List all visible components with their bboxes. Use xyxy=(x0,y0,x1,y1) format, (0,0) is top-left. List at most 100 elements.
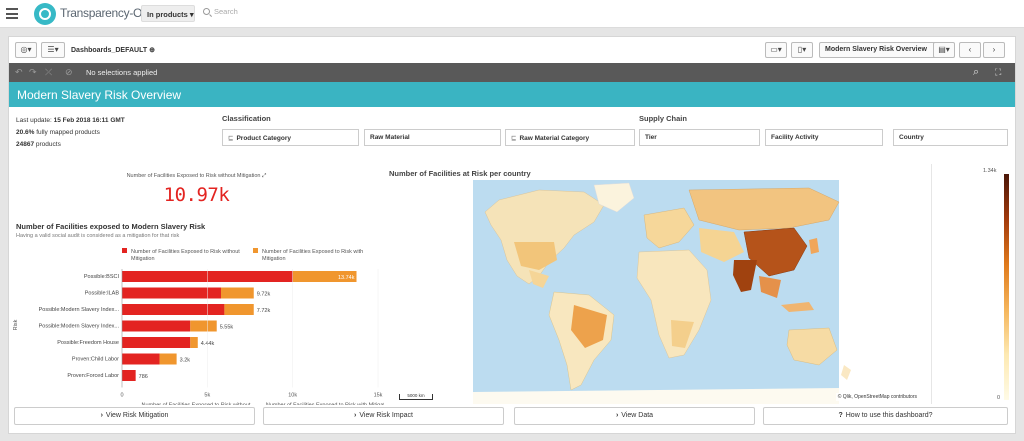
chevron-left-icon: ‹ xyxy=(968,45,972,54)
supply-chain-heading: Supply Chain xyxy=(639,114,687,123)
products-text: products xyxy=(35,141,61,148)
mapped-products: 20.6% fully mapped products xyxy=(16,127,125,139)
selection-bar: ↶ ↷ ⤫ ⊘ No selections applied ⌕ ⛶ xyxy=(9,63,1015,82)
hierarchy-icon: ⊑ xyxy=(511,135,517,142)
y-axis-title: Risk xyxy=(13,319,19,330)
bar-without-mitigation xyxy=(122,320,191,332)
map-scale: 5000 km xyxy=(399,393,433,400)
filter-raw-material[interactable]: Raw Material xyxy=(364,129,501,146)
search-placeholder: Search xyxy=(214,7,238,16)
selections-tool-icon[interactable]: ⛶ xyxy=(995,67,1001,78)
compass-button[interactable]: ◎▾ xyxy=(15,42,37,58)
legend-min: 0 xyxy=(997,395,1001,401)
view-data-button[interactable]: › View Data xyxy=(514,407,755,425)
clear-selections-icon[interactable]: ⤫ xyxy=(45,67,52,78)
search-icon xyxy=(203,8,210,15)
legend-label: Number of Facilities Exposed to Risk wit… xyxy=(262,249,363,255)
mapped-pct: 20.6% xyxy=(16,129,35,136)
how-to-use-button[interactable]: ? How to use this dashboard? xyxy=(763,407,1008,425)
kpi-title-text: Number of Facilities Exposed to Risk wit… xyxy=(126,173,261,179)
button-label: How to use this dashboard? xyxy=(845,412,933,419)
products-count: 24867 products xyxy=(16,139,125,151)
filter-label: Raw Material Category xyxy=(519,135,590,142)
device-button[interactable]: ▯▾ xyxy=(791,42,813,58)
filter-tier[interactable]: Tier xyxy=(639,129,760,146)
sheet-selector[interactable]: Modern Slavery Risk Overview xyxy=(819,42,941,58)
button-label: View Data xyxy=(621,412,654,419)
top-bar: Transparency-One In products ▾ Search xyxy=(0,0,1024,28)
sheet-name: Modern Slavery Risk Overview xyxy=(825,46,927,53)
x-tick-label: 15k xyxy=(374,393,383,399)
step-back-icon[interactable]: ↶ xyxy=(15,67,23,78)
category-label: Possible:Freedom House xyxy=(57,340,119,346)
map-attribution[interactable]: © Qlik, OpenStreetMap contributors xyxy=(835,393,919,401)
bar-value-label: 5.55k xyxy=(220,325,234,331)
bar-with-mitigation xyxy=(190,320,217,332)
page-title: Modern Slavery Risk Overview xyxy=(9,82,1015,107)
brand-logo-icon xyxy=(34,3,56,25)
button-label: View Risk Impact xyxy=(359,412,413,419)
compass-icon: ◎ xyxy=(20,45,28,54)
x-axis-title: Number of Facilities Exposed to Risk wit… xyxy=(266,403,384,406)
next-sheet-button[interactable]: › xyxy=(983,42,1005,58)
filter-label: Tier xyxy=(645,134,657,141)
sheet-view-button[interactable]: ▤▾ xyxy=(933,42,955,58)
step-forward-icon[interactable]: ↷ xyxy=(29,67,37,78)
chart-title: Number of Facilities exposed to Modern S… xyxy=(16,222,206,231)
chevron-right-icon: › xyxy=(354,412,357,419)
map-title: Number of Facilities at Risk per country xyxy=(389,169,531,178)
legend-max: 1.34k xyxy=(983,168,997,174)
last-update-value: 15 Feb 2018 16:11 GMT xyxy=(53,117,125,124)
bar-with-mitigation xyxy=(190,337,198,348)
prev-sheet-button[interactable]: ‹ xyxy=(959,42,981,58)
products-number: 24867 xyxy=(16,141,35,148)
bar-without-mitigation xyxy=(122,353,160,365)
bar-with-mitigation xyxy=(159,353,177,365)
phone-icon: ▯ xyxy=(797,45,803,54)
category-label: Proven:Forced Labor xyxy=(67,373,119,379)
bar-with-mitigation xyxy=(224,304,254,315)
search-input[interactable]: Search xyxy=(203,7,238,16)
risk-map[interactable]: 5000 km © Qlik, OpenStreetMap contributo… xyxy=(389,180,923,404)
risk-bar-chart[interactable]: Number of Facilities Exposed to Risk wit… xyxy=(9,240,384,405)
list-menu-button[interactable]: ☰▾ xyxy=(41,42,65,58)
present-button[interactable]: ▭▾ xyxy=(765,42,787,58)
category-label: Possible:Modern Slavery Index... xyxy=(39,324,120,330)
bar-without-mitigation xyxy=(122,370,136,381)
filter-label: Raw Material xyxy=(370,134,410,141)
bar-without-mitigation xyxy=(122,287,221,299)
filter-raw-material-category[interactable]: ⊑ Raw Material Category xyxy=(505,129,635,146)
classification-heading: Classification xyxy=(222,114,271,123)
filter-label: Facility Activity xyxy=(771,134,819,141)
button-label: View Risk Mitigation xyxy=(105,412,169,419)
legend-swatch xyxy=(253,248,258,253)
last-update-label: Last update: xyxy=(16,117,52,124)
bar-without-mitigation xyxy=(122,304,225,315)
new-zealand xyxy=(841,365,851,380)
legend-label: Mitigation xyxy=(262,256,286,262)
scope-dropdown[interactable]: In products ▾ xyxy=(141,5,195,22)
filter-country[interactable]: Country xyxy=(893,129,1008,146)
bar-without-mitigation xyxy=(122,337,191,348)
legend-swatch xyxy=(122,248,127,253)
bar-value-label: 3.2k xyxy=(180,358,191,364)
menu-icon[interactable] xyxy=(6,8,18,19)
filter-facility-activity[interactable]: Facility Activity xyxy=(765,129,883,146)
chevron-right-icon: › xyxy=(992,45,996,54)
view-risk-impact-button[interactable]: › View Risk Impact xyxy=(263,407,504,425)
dashboard-label[interactable]: Dashboards_DEFAULT ⊕ xyxy=(71,46,155,54)
color-legend: 1.34k 0 xyxy=(931,164,1009,404)
category-label: Proven:Child Labor xyxy=(72,357,119,363)
category-label: Possible:ILAB xyxy=(85,291,120,297)
category-label: Possible:BSCI xyxy=(84,274,120,280)
view-risk-mitigation-button[interactable]: › View Risk Mitigation xyxy=(14,407,255,425)
search-selections-icon[interactable]: ⌕ xyxy=(973,66,979,79)
info-panel: Last update: 15 Feb 2018 16:11 GMT 20.6%… xyxy=(16,115,125,151)
x-tick-label: 10k xyxy=(288,393,297,399)
filter-product-category[interactable]: ⊑ Product Category xyxy=(222,129,359,146)
external-link-icon[interactable]: ⤢ xyxy=(262,173,266,179)
legend-label: Mitigation xyxy=(131,256,155,262)
scope-label: In products xyxy=(147,10,188,19)
x-tick-label: 0 xyxy=(120,393,123,399)
lock-icon[interactable]: ⊘ xyxy=(65,67,73,78)
